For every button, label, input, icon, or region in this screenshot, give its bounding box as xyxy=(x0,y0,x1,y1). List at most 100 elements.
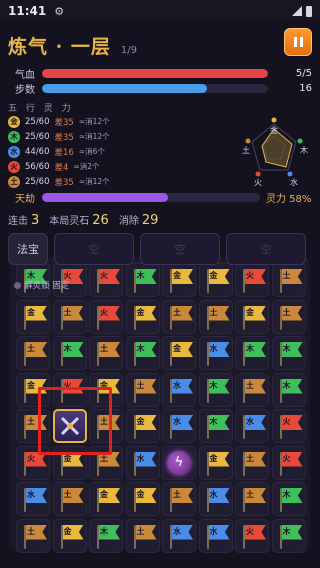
steps-bar: 步数 16 xyxy=(8,81,312,96)
pause-icon xyxy=(293,37,297,47)
treasure-slot-2[interactable]: 空 xyxy=(140,233,220,265)
element-lack: 差16 xyxy=(54,147,74,158)
element-flag-icon: 土 xyxy=(168,486,194,512)
element-flag-icon: 水 xyxy=(205,340,231,366)
element-lack: 差35 xyxy=(54,177,74,188)
element-note: ≈消12个 xyxy=(78,117,110,126)
tribulation-fill xyxy=(42,192,169,202)
element-badge: 木 xyxy=(8,130,20,143)
stat-spirit-stones: 本局灵石 26 xyxy=(49,213,109,228)
hp-value: 5/5 xyxy=(295,67,312,79)
element-row: 金 25/60 差35 ≈消12个 xyxy=(8,114,228,129)
pause-button[interactable] xyxy=(284,28,312,56)
stat-combo: 连击 3 xyxy=(8,213,40,228)
tribulation-bar: 天劫 灵力 58% xyxy=(8,190,312,205)
element-count: 25/60 xyxy=(25,131,50,142)
signal-icon xyxy=(292,6,302,16)
steps-value: 16 xyxy=(299,82,312,94)
element-flag-icon: 水 xyxy=(132,450,158,476)
status-icons xyxy=(292,5,312,17)
element-row: 木 25/60 差35 ≈消12个 xyxy=(8,129,228,144)
element-flag-icon: 火 xyxy=(95,304,121,330)
hp-bar: 气血 5/5 xyxy=(8,66,312,81)
hp-label: 气血 xyxy=(15,69,35,81)
element-lack: 差35 xyxy=(54,117,74,128)
element-flag-icon: 金 xyxy=(59,523,85,549)
five-elements-list: 金 25/60 差35 ≈消12个木 25/60 差35 ≈消12个水 44/60 差16 ≈消6… xyxy=(8,114,228,189)
radar-label-water: 水 xyxy=(290,177,298,187)
element-lack: 差4 xyxy=(54,162,69,173)
lock-icon xyxy=(14,281,21,289)
element-flag-icon: 水 xyxy=(168,377,194,403)
gear-icon: ⚙ xyxy=(54,4,65,18)
element-flag-icon: 水 xyxy=(168,413,194,439)
lock-tip-text: 解灵锁 固定 xyxy=(24,281,70,291)
radar-label-wood: 木 xyxy=(300,145,308,155)
element-count: 25/60 xyxy=(25,176,50,187)
element-flag-icon: 木 xyxy=(205,377,231,403)
five-elements-label: 五 行 灵 力 xyxy=(8,104,74,114)
treasure-slot-1[interactable]: 空 xyxy=(54,233,134,265)
element-row: 火 56/60 差4 ≈消2个 xyxy=(8,159,228,174)
element-flag-icon: 水 xyxy=(168,523,194,549)
status-time: 11:41 xyxy=(8,4,47,18)
treasure-slot-3[interactable]: 空 xyxy=(226,233,306,265)
element-note: ≈消12个 xyxy=(78,132,110,141)
element-flag-icon: 土 xyxy=(132,377,158,403)
element-flag-icon: 水 xyxy=(205,486,231,512)
radar-label-metal: 金 xyxy=(270,125,278,135)
level-progress: 1/9 xyxy=(120,45,137,56)
element-flag-icon: 土 xyxy=(241,377,267,403)
element-note: ≈消2个 xyxy=(73,162,100,171)
hp-fill xyxy=(42,68,268,78)
element-flag-icon: 木 xyxy=(278,523,304,549)
element-flag-icon: 金 xyxy=(22,304,48,330)
element-flag-icon: 金 xyxy=(168,340,194,366)
treasure-slots: 法宝 空 空 空 xyxy=(8,233,312,265)
element-flag-icon: 土 xyxy=(278,304,304,330)
element-flag-icon: 水 xyxy=(241,413,267,439)
tribulation-rate: 灵力 58% xyxy=(266,193,312,205)
element-flag-icon: 土 xyxy=(241,486,267,512)
element-flag-icon: 金 xyxy=(132,413,158,439)
element-flag-icon: 木 xyxy=(278,340,304,366)
element-flag-icon: 水 xyxy=(22,486,48,512)
element-flag-icon: 木 xyxy=(278,486,304,512)
stats-row: 连击 3 本局灵石 26 消除 29 xyxy=(8,212,158,228)
steps-label: 步数 xyxy=(15,84,35,96)
element-badge: 金 xyxy=(8,115,20,128)
element-count: 25/60 xyxy=(25,116,50,127)
element-flag-icon: 土 xyxy=(22,523,48,549)
element-flag-icon: 木 xyxy=(59,340,85,366)
tribulation-label: 天劫 xyxy=(15,193,35,205)
element-flag-icon: 木 xyxy=(205,413,231,439)
element-note: ≈消12个 xyxy=(78,177,110,186)
element-flag-icon: 水 xyxy=(205,523,231,549)
element-flag-icon: 金 xyxy=(132,486,158,512)
selection-highlight xyxy=(38,387,112,455)
element-flag-icon: 土 xyxy=(59,486,85,512)
lightning-orb-icon[interactable]: ϟ xyxy=(162,446,196,480)
element-flag-icon: 土 xyxy=(168,304,194,330)
element-flag-icon: 金 xyxy=(132,304,158,330)
element-flag-icon: 火 xyxy=(241,267,267,293)
level-title: 炼气 · 一层 xyxy=(8,36,111,58)
element-flag-icon: 木 xyxy=(95,523,121,549)
element-note: ≈消6个 xyxy=(78,147,105,156)
element-flag-icon: 火 xyxy=(278,413,304,439)
steps-fill xyxy=(42,83,207,93)
element-badge: 水 xyxy=(8,145,20,158)
element-flag-icon: 土 xyxy=(95,340,121,366)
element-row: 土 25/60 差35 ≈消12个 xyxy=(8,174,228,189)
lock-tip: 解灵锁 固定 xyxy=(14,279,69,291)
element-row: 水 44/60 差16 ≈消6个 xyxy=(8,144,228,159)
element-count: 56/60 xyxy=(25,161,50,172)
element-flag-icon: 土 xyxy=(22,340,48,366)
game-header: 炼气 · 一层 1/9 xyxy=(8,28,312,62)
element-flag-icon: 土 xyxy=(59,304,85,330)
element-flag-icon: 火 xyxy=(95,267,121,293)
element-flag-icon: 金 xyxy=(205,267,231,293)
treasure-button[interactable]: 法宝 xyxy=(8,233,48,265)
element-badge: 火 xyxy=(8,160,20,173)
element-flag-icon: 木 xyxy=(241,340,267,366)
